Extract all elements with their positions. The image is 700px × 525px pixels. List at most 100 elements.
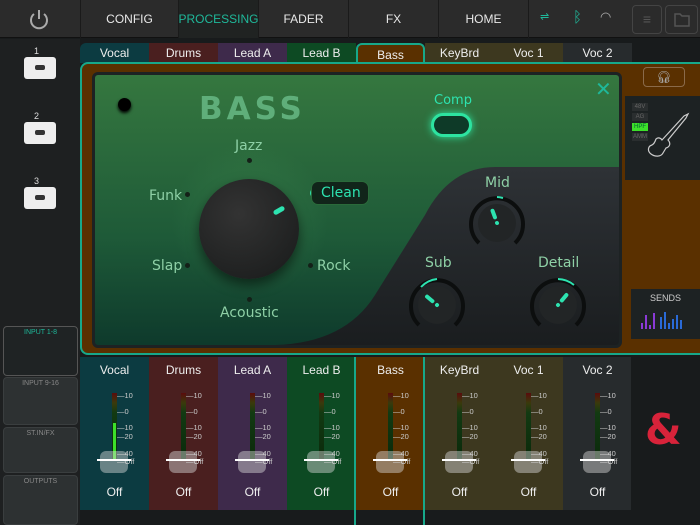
- scale-value: 20: [332, 432, 340, 441]
- fader-scale-label: —20: [462, 432, 478, 441]
- scale-value: 0: [539, 407, 543, 416]
- nav-home[interactable]: HOME: [438, 0, 528, 38]
- fader-scale-label: —10: [324, 391, 340, 400]
- scene-number: 2: [34, 111, 39, 121]
- scale-value: 20: [470, 432, 478, 441]
- input-flag-48v[interactable]: 48V: [632, 103, 648, 111]
- channel-tab[interactable]: Vocal: [80, 43, 149, 63]
- usb-icon: ⇌: [540, 10, 549, 23]
- style-jazz[interactable]: Jazz: [235, 138, 262, 154]
- channel-name[interactable]: Bass: [356, 363, 425, 377]
- style-slap[interactable]: Slap: [152, 258, 182, 274]
- channel-strip: Vocal—10—0—10—20—40—OffOff: [80, 357, 149, 510]
- scene-button-1[interactable]: [24, 57, 56, 79]
- knob-sub[interactable]: [407, 275, 467, 335]
- scale-value: 10: [608, 423, 616, 432]
- knob-label-sub: Sub: [425, 255, 452, 271]
- channel-tab[interactable]: Bass: [356, 43, 425, 64]
- scale-value: 0: [470, 407, 474, 416]
- fader-value: Off: [494, 485, 563, 499]
- scale-value: 10: [539, 423, 547, 432]
- scale-value: 0: [608, 407, 612, 416]
- mini-mixer-st-in-fx[interactable]: ST.IN/FX: [3, 427, 78, 473]
- style-clean[interactable]: Clean: [311, 181, 369, 205]
- channel-tab[interactable]: Lead A: [218, 43, 287, 63]
- mini-mixer-input-1-8[interactable]: INPUT 1-8: [3, 326, 78, 376]
- channel-fader[interactable]: [238, 451, 266, 473]
- scale-value: 10: [194, 391, 202, 400]
- fader-scale-label: —10: [462, 423, 478, 432]
- channel-fader[interactable]: [376, 451, 404, 473]
- channel-fader[interactable]: [583, 451, 611, 473]
- top-bar: CONFIG PROCESSING FADER FX HOME ⇌ ᛒ ◠ ≡: [0, 0, 700, 38]
- scale-value: 0: [194, 407, 198, 416]
- fader-scale-label: —10: [393, 423, 409, 432]
- knob-detail[interactable]: [528, 275, 588, 335]
- channel-name[interactable]: KeyBrd: [425, 363, 494, 377]
- channel-name[interactable]: Voc 2: [563, 363, 632, 377]
- channel-fader[interactable]: [514, 451, 542, 473]
- channel-tab[interactable]: Voc 1: [494, 43, 563, 63]
- fader-scale-label: —20: [186, 432, 202, 441]
- knob-label-mid: Mid: [485, 175, 510, 191]
- nav-config[interactable]: CONFIG: [80, 0, 178, 38]
- comp-toggle[interactable]: [431, 113, 472, 137]
- channel-strip: Bass—10—0—10—20—40—OffOff: [356, 357, 425, 510]
- fader-scale-label: —0: [600, 407, 612, 416]
- wifi-icon[interactable]: ◠: [600, 9, 611, 25]
- nav-fx[interactable]: FX: [348, 0, 438, 38]
- led-indicator: [118, 98, 131, 111]
- channel-fader[interactable]: [169, 451, 197, 473]
- scale-value: 10: [608, 391, 616, 400]
- power-icon[interactable]: [28, 8, 50, 30]
- scale-value: 20: [401, 432, 409, 441]
- scene-button-3[interactable]: [24, 187, 56, 209]
- channel-name[interactable]: Lead A: [218, 363, 287, 377]
- scale-value: 10: [125, 391, 133, 400]
- headphone-icon[interactable]: 🎧︎: [643, 67, 685, 87]
- style-funk[interactable]: Funk: [149, 188, 182, 204]
- fader-scale-label: —10: [531, 423, 547, 432]
- scene-button-2[interactable]: [24, 122, 56, 144]
- channel-name[interactable]: Lead B: [287, 363, 356, 377]
- scale-value: 10: [401, 423, 409, 432]
- channel-name[interactable]: Drums: [149, 363, 218, 377]
- guitar-icon: [640, 112, 692, 169]
- fader-scale-label: —10: [462, 391, 478, 400]
- fader-value: Off: [80, 485, 149, 499]
- menu-icon[interactable]: ≡: [632, 5, 662, 34]
- mini-mixer-label: ST.IN/FX: [4, 430, 77, 437]
- mini-mixer-outputs[interactable]: OUTPUTS: [3, 475, 78, 525]
- sends-button[interactable]: SENDS: [631, 289, 700, 339]
- scale-value: 10: [539, 391, 547, 400]
- fader-scale-label: —20: [117, 432, 133, 441]
- scale-value: 10: [194, 423, 202, 432]
- channel-tab[interactable]: Drums: [149, 43, 218, 63]
- scale-value: 0: [332, 407, 336, 416]
- fader-scale-label: —0: [186, 407, 198, 416]
- bluetooth-icon[interactable]: ᛒ: [573, 9, 582, 26]
- style-rock[interactable]: Rock: [317, 258, 350, 274]
- style-acoustic[interactable]: Acoustic: [220, 305, 279, 321]
- mini-mixer-input-9-16[interactable]: INPUT 9-16: [3, 377, 78, 425]
- fader-value: Off: [563, 485, 632, 499]
- close-icon[interactable]: ✕: [595, 77, 612, 102]
- style-selector-knob[interactable]: [199, 179, 299, 279]
- channel-fader[interactable]: [307, 451, 335, 473]
- channel-tab[interactable]: Lead B: [287, 43, 356, 63]
- channel-fader[interactable]: [100, 451, 128, 473]
- scale-value: 10: [401, 391, 409, 400]
- nav-processing[interactable]: PROCESSING: [178, 0, 258, 38]
- channel-tab[interactable]: KeyBrd: [425, 43, 494, 63]
- scene-number: 1: [34, 46, 39, 56]
- channel-tab[interactable]: Voc 2: [563, 43, 632, 63]
- channel-fader[interactable]: [445, 451, 473, 473]
- fader-scale-label: —10: [600, 423, 616, 432]
- folder-icon[interactable]: [665, 5, 698, 34]
- nav-fader[interactable]: FADER: [258, 0, 348, 38]
- channel-name[interactable]: Vocal: [80, 363, 149, 377]
- channel-name[interactable]: Voc 1: [494, 363, 563, 377]
- fader-scale-label: —0: [393, 407, 405, 416]
- knob-mid[interactable]: [467, 193, 527, 253]
- fader-scale-label: —10: [117, 423, 133, 432]
